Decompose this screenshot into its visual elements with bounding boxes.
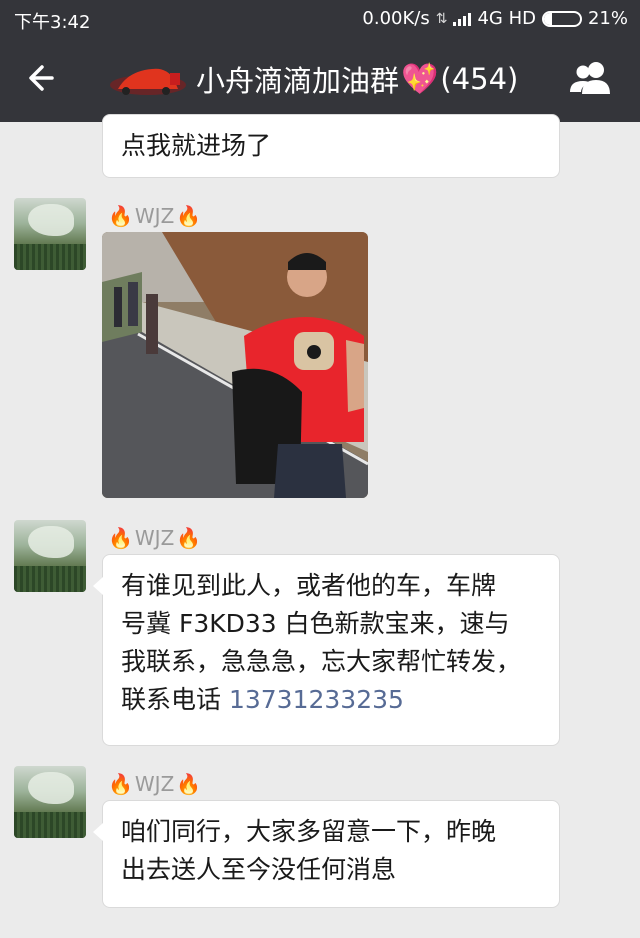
battery-percent: 21% (587, 8, 628, 29)
network-speed: 0.00K/s (362, 8, 430, 29)
message-bubble[interactable]: 点我就进场了 (102, 114, 560, 178)
avatar[interactable] (14, 520, 86, 592)
chat-messages[interactable]: 点我就进场了 🔥 WJZ 🔥 🔥 WJZ 🔥 有谁见到此人，或者他的车，车牌 号… (0, 114, 640, 938)
group-logo-icon (110, 68, 186, 95)
chat-header: 小舟滴滴加油群 💖 (454) (0, 36, 640, 122)
message-item: 🔥 WJZ 🔥 有谁见到此人，或者他的车，车牌 号冀 F3KD33 白色新款宝来… (0, 520, 640, 750)
fire-icon: 🔥 (108, 204, 133, 228)
arrow-left-icon (29, 65, 54, 91)
network-type: 4G HD (477, 8, 536, 29)
avatar[interactable] (14, 198, 86, 270)
sender-name: 🔥 WJZ 🔥 (108, 204, 201, 228)
battery-icon (541, 10, 582, 27)
avatar[interactable] (14, 766, 86, 838)
message-bubble[interactable]: 咱们同行，大家多留意一下，昨晚 出去送人至今没任何消息 (93, 800, 560, 908)
fire-icon: 🔥 (176, 204, 202, 228)
battery-fill (543, 12, 552, 25)
data-arrows-icon: ⇅ (435, 10, 448, 27)
message-line: 我联系，急急急，忘大家帮忙转发， (121, 647, 522, 676)
group-title: 小舟滴滴加油群 💖 (454) (108, 58, 518, 100)
message-line: 有谁见到此人，或者他的车，车牌 (121, 571, 497, 600)
message-line: 联系电话 13731233235 (121, 681, 541, 719)
photo-image (102, 232, 368, 498)
message-item: 🔥 WJZ 🔥 (0, 198, 640, 498)
message-line: 号冀 F3KD33 白色新款宝来，速与 (121, 609, 510, 638)
back-button[interactable] (22, 56, 66, 100)
fire-icon: 🔥 (176, 772, 202, 796)
group-name: 小舟滴滴加油群 (196, 64, 400, 98)
status-time: 下午3:42 (14, 12, 91, 33)
message-line-prefix: 联系电话 (121, 685, 229, 714)
message-bubble[interactable]: 有谁见到此人，或者他的车，车牌 号冀 F3KD33 白色新款宝来，速与 我联系，… (93, 554, 560, 746)
status-bar: 下午3:42 0.00K/s ⇅ 4G HD 21% (0, 0, 640, 36)
sender-label: WJZ (134, 772, 175, 796)
status-indicators: 0.00K/s ⇅ 4G HD 21% (362, 8, 628, 29)
member-count: (454) (440, 62, 519, 96)
group-members-button[interactable] (566, 58, 616, 98)
message-line: 出去送人至今没任何消息 (121, 855, 397, 884)
sender-label: WJZ (134, 526, 175, 550)
sender-label: WJZ (134, 204, 175, 228)
fire-icon: 🔥 (108, 526, 133, 550)
people-icon (570, 62, 610, 94)
signal-icon (453, 12, 472, 26)
message-photo[interactable] (102, 232, 368, 498)
fire-icon: 🔥 (108, 772, 133, 796)
heart-icon: 💖 (401, 61, 439, 97)
sender-name: 🔥 WJZ 🔥 (108, 772, 201, 796)
message-line: 咱们同行，大家多留意一下，昨晚 (121, 817, 497, 846)
message-text: 点我就进场了 (121, 131, 272, 160)
phone-number-link[interactable]: 13731233235 (229, 685, 404, 714)
fire-icon: 🔥 (176, 526, 202, 550)
message-item: 🔥 WJZ 🔥 咱们同行，大家多留意一下，昨晚 出去送人至今没任何消息 (0, 766, 640, 916)
sender-name: 🔥 WJZ 🔥 (108, 526, 201, 550)
